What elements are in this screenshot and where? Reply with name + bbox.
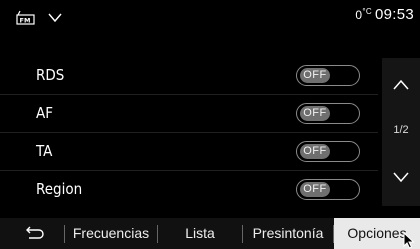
back-button[interactable] <box>20 218 48 249</box>
af-toggle[interactable]: OFF <box>296 103 360 124</box>
tab-divider <box>64 225 65 243</box>
setting-label: Region <box>36 180 83 198</box>
tab-presintonia[interactable]: Presintonía <box>244 218 332 249</box>
scroll-down-button[interactable] <box>382 150 420 206</box>
svg-text:FM: FM <box>20 17 31 25</box>
toggle-state: OFF <box>300 182 330 197</box>
time: 09:53 <box>374 6 414 23</box>
ta-toggle[interactable]: OFF <box>296 141 360 162</box>
setting-row-rds[interactable]: RDS OFF <box>0 58 378 95</box>
fm-radio-icon[interactable]: FM <box>16 10 42 26</box>
toggle-state: OFF <box>300 68 330 83</box>
setting-label: RDS <box>36 66 65 84</box>
setting-row-af[interactable]: AF OFF <box>0 96 378 133</box>
bottom-tab-bar: Frecuencias Lista Presintonía Opciones <box>0 218 420 249</box>
setting-label: TA <box>36 142 53 160</box>
outside-temperature: 0°C <box>355 7 372 22</box>
source-menu-chevron-icon[interactable] <box>46 8 64 26</box>
toggle-state: OFF <box>300 106 330 121</box>
region-toggle[interactable]: OFF <box>296 179 360 200</box>
setting-row-ta[interactable]: TA OFF <box>0 134 378 171</box>
chevron-down-icon <box>393 172 409 183</box>
scroll-up-button[interactable] <box>382 58 420 114</box>
toggle-state: OFF <box>300 144 330 159</box>
chevron-up-icon <box>393 79 409 90</box>
tab-lista[interactable]: Lista <box>159 218 241 249</box>
setting-row-region[interactable]: Region OFF <box>0 172 378 208</box>
back-arrow-icon <box>26 226 44 239</box>
rds-toggle[interactable]: OFF <box>296 65 360 86</box>
status-bar: FM 0°C 09:53 <box>0 0 420 36</box>
tab-frecuencias[interactable]: Frecuencias <box>66 218 156 249</box>
clock: 0°C 09:53 <box>355 6 414 23</box>
scroll-panel: 1/2 <box>382 58 420 206</box>
tab-divider <box>157 225 158 243</box>
setting-label: AF <box>36 104 53 122</box>
mouse-cursor-icon <box>403 232 415 249</box>
tab-divider <box>242 225 243 243</box>
page-indicator: 1/2 <box>393 124 409 136</box>
